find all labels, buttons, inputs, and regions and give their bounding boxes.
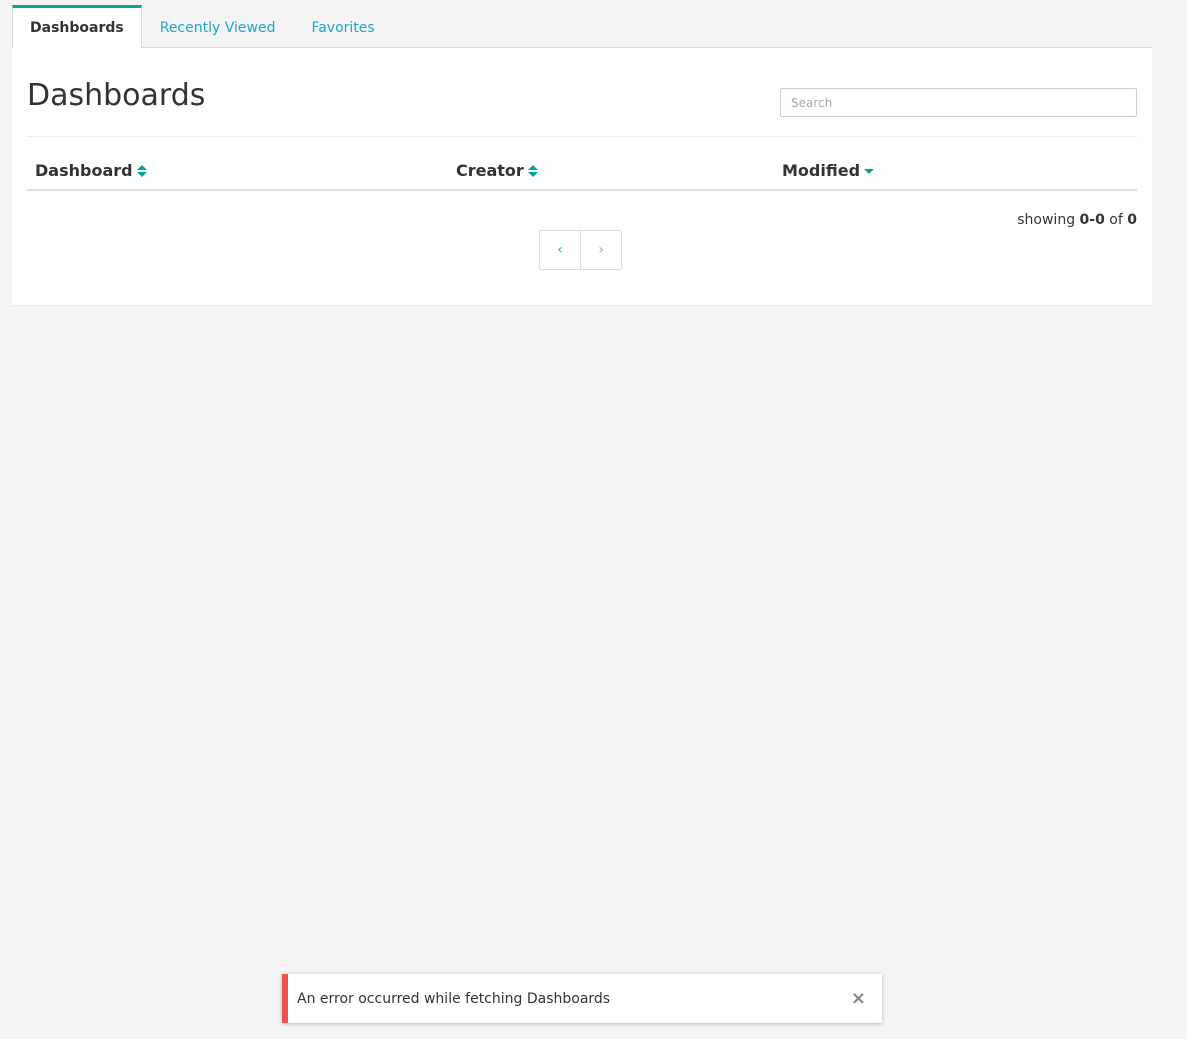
column-header-dashboard[interactable]: Dashboard: [35, 161, 147, 180]
tab-dashboards[interactable]: Dashboards: [12, 5, 142, 48]
column-header-modified[interactable]: Modified: [782, 161, 875, 180]
dashboards-panel: Dashboards Dashboard Creator Modified sh…: [12, 48, 1152, 306]
showing-total: 0: [1127, 212, 1137, 228]
error-toast: An error occurred while fetching Dashboa…: [282, 974, 882, 1023]
column-label-creator: Creator: [456, 161, 524, 180]
header-divider: [27, 136, 1137, 137]
pagination-controls: ‹ ›: [539, 230, 622, 270]
prev-page-button[interactable]: ‹: [539, 230, 581, 270]
column-label-dashboard: Dashboard: [35, 161, 133, 180]
showing-label: showing: [1017, 212, 1076, 228]
tab-favorites[interactable]: Favorites: [293, 5, 392, 47]
table-header: Dashboard Creator Modified: [27, 151, 1137, 191]
tab-bar: Dashboards Recently Viewed Favorites: [12, 5, 1152, 48]
sort-both-icon: [136, 164, 147, 178]
pagination-summary: showing 0-0 of 0: [1017, 212, 1137, 228]
sort-both-icon: [527, 164, 538, 178]
column-header-creator[interactable]: Creator: [456, 161, 538, 180]
page-title: Dashboards: [27, 78, 206, 113]
close-icon[interactable]: ×: [851, 989, 866, 1008]
search-input[interactable]: [780, 88, 1137, 117]
column-label-modified: Modified: [782, 161, 861, 180]
next-page-button[interactable]: ›: [580, 230, 622, 270]
showing-range: 0-0: [1079, 212, 1105, 228]
toast-message: An error occurred while fetching Dashboa…: [297, 990, 611, 1007]
sort-desc-icon: [864, 164, 875, 178]
of-label: of: [1109, 212, 1123, 228]
tab-recently-viewed[interactable]: Recently Viewed: [142, 5, 294, 47]
